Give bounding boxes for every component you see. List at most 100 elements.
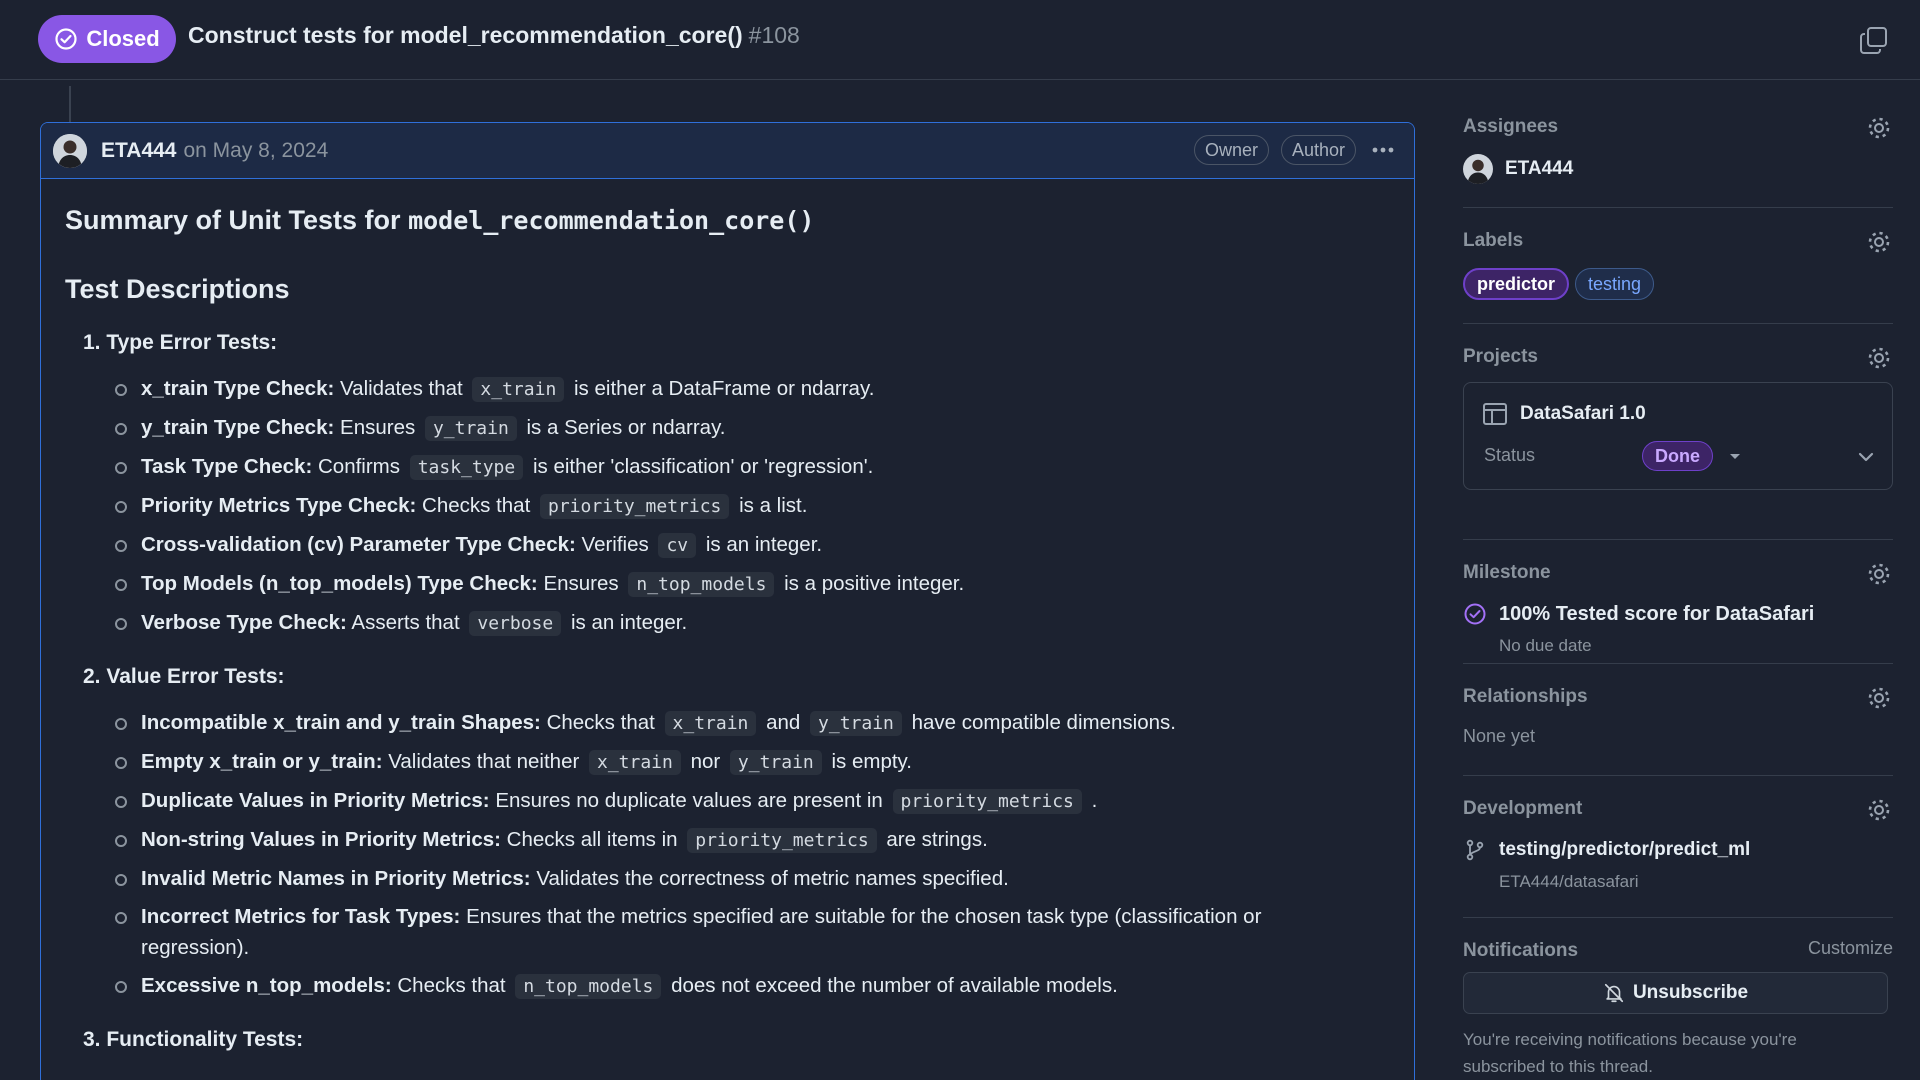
user-avatar-icon bbox=[1463, 154, 1493, 184]
test-name: Excessive n_top_models: bbox=[141, 974, 392, 997]
project-name-row[interactable]: DataSafari 1.0 bbox=[1482, 401, 1646, 427]
projects-title[interactable]: Projects bbox=[1463, 324, 1893, 368]
comment-header: ETA444 on May 8, 2024 Owner Author bbox=[41, 123, 1414, 179]
triangle-down-icon[interactable] bbox=[1727, 448, 1743, 464]
list-item: x_train Type Check: Validates that x_tra… bbox=[115, 373, 1390, 405]
test-list: x_train Type Check: Validates that x_tra… bbox=[115, 373, 1390, 639]
test-descriptions-heading: Test Descriptions bbox=[65, 274, 290, 304]
test-name: Verbose Type Check: bbox=[141, 611, 347, 634]
test-name: Invalid Metric Names in Priority Metrics… bbox=[141, 867, 531, 890]
gear-icon[interactable] bbox=[1865, 114, 1893, 142]
test-description-text: does not exceed the number of available … bbox=[671, 974, 1118, 997]
list-item: Duplicate Values in Priority Metrics: En… bbox=[115, 785, 1390, 817]
test-description-text: . bbox=[1091, 789, 1098, 812]
assignees-section: Assignees ETA444 bbox=[1463, 104, 1893, 208]
comment-date[interactable]: on May 8, 2024 bbox=[183, 139, 328, 163]
test-description-text: Asserts that bbox=[351, 611, 460, 634]
issue-title: Construct tests for model_recommendation… bbox=[188, 22, 800, 49]
customize-link[interactable]: Customize bbox=[1808, 938, 1893, 959]
test-description-text: have compatible dimensions. bbox=[911, 711, 1176, 734]
test-description-text: Validates that neither bbox=[388, 750, 580, 773]
project-name[interactable]: DataSafari 1.0 bbox=[1520, 403, 1646, 425]
inline-code: x_train bbox=[664, 711, 757, 736]
summary-heading-code: model_recommendation_core() bbox=[408, 206, 815, 235]
copy-icon[interactable] bbox=[1858, 24, 1890, 56]
relationships-title[interactable]: Relationships bbox=[1463, 664, 1893, 708]
summary-heading-text: Summary of Unit Tests for bbox=[65, 205, 401, 235]
inline-code: verbose bbox=[469, 611, 562, 636]
test-description-text: Validates the correctness of metric name… bbox=[536, 867, 1009, 890]
test-sections: 1. Type Error Tests: x_train Type Check: … bbox=[65, 331, 1390, 1052]
test-description-text: is empty. bbox=[831, 750, 912, 773]
chevron-down-icon[interactable] bbox=[1856, 447, 1876, 467]
inline-code: priority_metrics bbox=[892, 789, 1082, 814]
development-branch[interactable]: testing/predictor/predict_ml bbox=[1499, 839, 1750, 861]
more-options-button[interactable] bbox=[1368, 135, 1398, 165]
test-description-text: Ensures bbox=[340, 416, 416, 439]
test-name: Non-string Values in Priority Metrics: bbox=[141, 828, 501, 851]
comment-author[interactable]: ETA444 bbox=[101, 139, 176, 163]
label-testing[interactable]: testing bbox=[1575, 268, 1655, 300]
assignees-title[interactable]: Assignees bbox=[1463, 104, 1893, 138]
development-repo[interactable]: ETA444/datasafari bbox=[1499, 872, 1893, 892]
label-predictor[interactable]: predictor bbox=[1463, 268, 1570, 300]
milestone-row[interactable]: 100% Tested score for DataSafari bbox=[1463, 602, 1893, 626]
milestone-section: Milestone 100% Tested score for DataSafa… bbox=[1463, 540, 1893, 664]
issue-number: #108 bbox=[748, 22, 800, 48]
assignee-row[interactable]: ETA444 bbox=[1463, 154, 1893, 184]
gear-icon[interactable] bbox=[1865, 344, 1893, 372]
assignee-name[interactable]: ETA444 bbox=[1505, 158, 1573, 180]
author-badge: Author bbox=[1280, 135, 1356, 165]
table-icon bbox=[1483, 403, 1507, 425]
avatar[interactable] bbox=[53, 133, 87, 168]
list-item: Empty x_train or y_train: Validates that… bbox=[115, 746, 1390, 778]
test-description-text: is a positive integer. bbox=[784, 572, 965, 595]
gear-icon[interactable] bbox=[1865, 560, 1893, 588]
project-card: DataSafari 1.0 Status Done bbox=[1463, 382, 1893, 490]
development-branch-row[interactable]: testing/predictor/predict_ml bbox=[1463, 838, 1893, 862]
role-badges: Owner Author bbox=[1193, 135, 1398, 165]
project-status-dropdown[interactable]: Done bbox=[1642, 441, 1743, 471]
milestone-title[interactable]: Milestone bbox=[1463, 540, 1893, 584]
inline-code: n_top_models bbox=[628, 572, 775, 597]
test-description-text: Checks that bbox=[422, 494, 531, 517]
list-item: Priority Metrics Type Check: Checks that… bbox=[115, 490, 1390, 522]
timeline-line bbox=[69, 86, 71, 122]
test-name: x_train Type Check: bbox=[141, 377, 335, 400]
milestone-due: No due date bbox=[1499, 636, 1592, 655]
issue-comment: ETA444 on May 8, 2024 Owner Author Summa… bbox=[40, 122, 1415, 1080]
list-item: Task Type Check: Confirms task_type is e… bbox=[115, 451, 1390, 483]
section-title: 3. Functionality Tests: bbox=[83, 1028, 304, 1051]
issue-sidebar: Assignees ETA444 Labels predictor testin… bbox=[1463, 104, 1893, 1080]
unsubscribe-button[interactable]: Unsubscribe bbox=[1463, 972, 1888, 1014]
test-name: Incorrect Metrics for Task Types: bbox=[141, 905, 461, 928]
user-avatar-icon bbox=[53, 133, 87, 168]
labels-title[interactable]: Labels bbox=[1463, 208, 1893, 252]
status-done-chip[interactable]: Done bbox=[1642, 441, 1713, 471]
test-description-text: and bbox=[766, 711, 801, 734]
kebab-horizontal-icon bbox=[1372, 147, 1394, 153]
relationships-section: Relationships None yet bbox=[1463, 664, 1893, 776]
test-description-text: is a list. bbox=[739, 494, 808, 517]
test-list: Incompatible x_train and y_train Shapes:… bbox=[115, 707, 1390, 1002]
git-branch-icon bbox=[1466, 839, 1484, 861]
inline-code: y_train bbox=[810, 711, 902, 736]
comment-body: Summary of Unit Tests for model_recommen… bbox=[41, 179, 1414, 1052]
development-title[interactable]: Development bbox=[1463, 776, 1893, 820]
test-description-text: is either 'classification' or 'regressio… bbox=[532, 455, 874, 478]
owner-badge: Owner bbox=[1193, 135, 1269, 165]
milestone-name[interactable]: 100% Tested score for DataSafari bbox=[1499, 603, 1814, 626]
test-description-text: is a Series or ndarray. bbox=[526, 416, 726, 439]
test-name: Priority Metrics Type Check: bbox=[141, 494, 417, 517]
list-item: Verbose Type Check: Asserts that verbose… bbox=[115, 607, 1390, 639]
gear-icon[interactable] bbox=[1865, 228, 1893, 256]
inline-code: task_type bbox=[409, 455, 524, 480]
gear-icon[interactable] bbox=[1865, 796, 1893, 824]
inline-code: x_train bbox=[589, 750, 681, 775]
gear-icon[interactable] bbox=[1865, 684, 1893, 712]
inline-code: priority_metrics bbox=[539, 494, 730, 519]
test-description-text: Verifies bbox=[581, 533, 649, 556]
test-description-text: Checks all items in bbox=[506, 828, 678, 851]
notifications-text: You're receiving notifications because y… bbox=[1463, 1030, 1797, 1076]
list-item: Incorrect Metrics for Task Types: Ensure… bbox=[115, 901, 1390, 963]
